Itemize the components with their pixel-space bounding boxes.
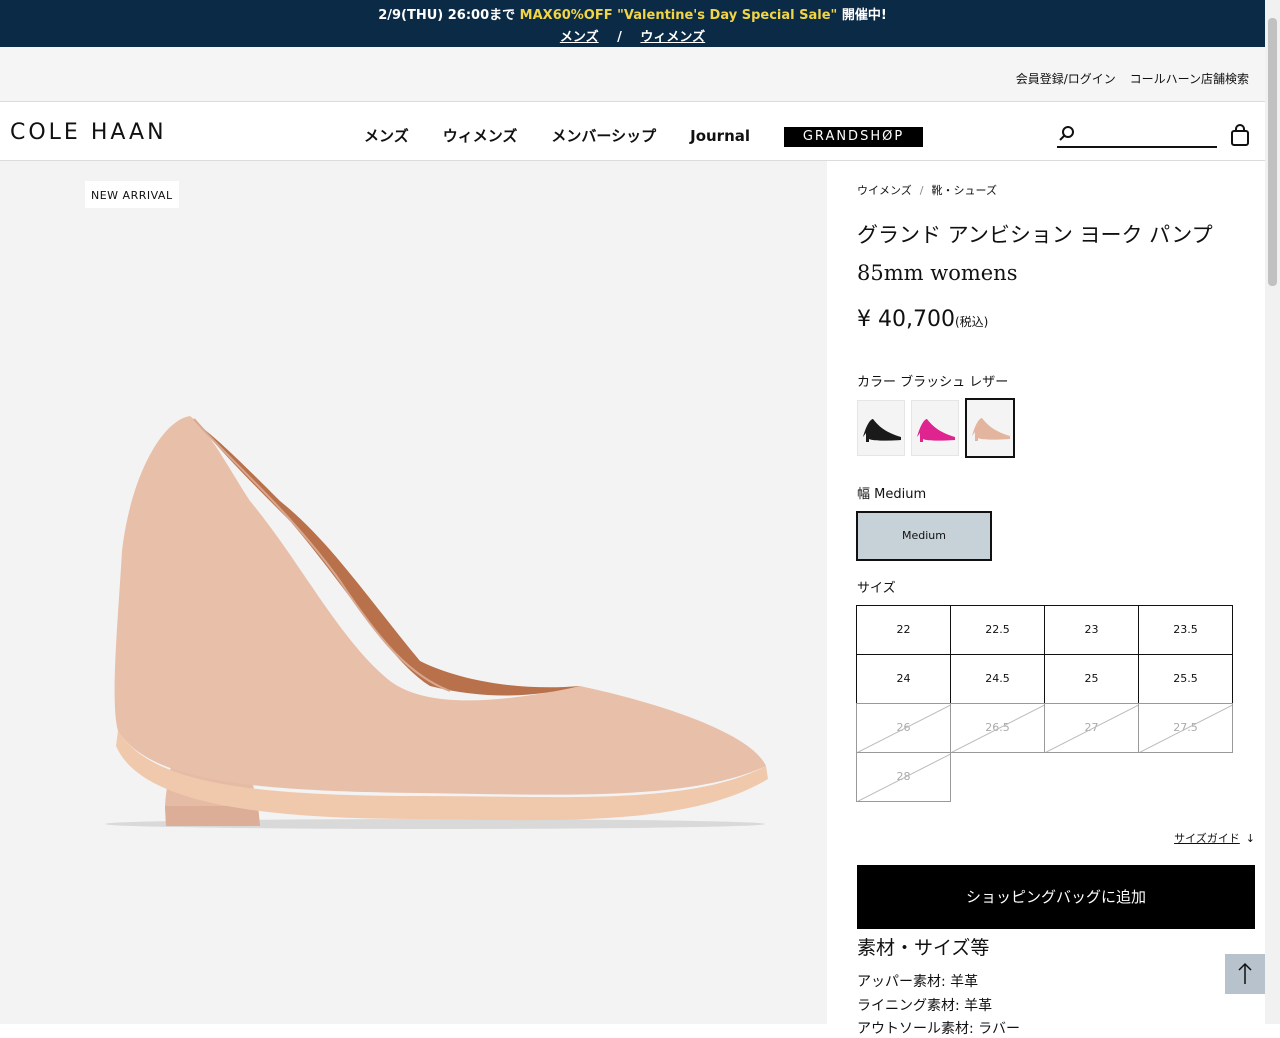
shopping-bag-icon[interactable]	[1230, 124, 1250, 146]
product-image-panel: NEW ARRIVAL	[0, 161, 827, 1024]
material-upper: アッパー素材: 羊革	[857, 974, 979, 990]
page-scrollbar[interactable]	[1265, 0, 1280, 1024]
promo-prefix: 2/9(THU) 26:00まで	[378, 8, 516, 23]
size-option[interactable]: 22	[856, 605, 951, 655]
size-option[interactable]: 23	[1044, 605, 1139, 655]
store-search-link[interactable]: コールハーン店舗検索	[1130, 72, 1249, 86]
login-link[interactable]: 会員登録/ログイン	[1016, 72, 1116, 86]
nav-item-womens[interactable]: ウィメンズ	[443, 125, 518, 146]
nav-item-grandshop[interactable]: GRANDSHØP	[784, 127, 924, 147]
promo-suffix: 開催中!	[841, 8, 887, 23]
promo-banner: 2/9(THU) 26:00まで MAX60%OFF "Valentine's …	[0, 0, 1265, 47]
site-header: COLE HAAN メンズ ウィメンズ メンバーシップ Journal GRAN…	[0, 102, 1265, 161]
size-guide-link[interactable]: サイズガイド ↓	[1174, 830, 1255, 846]
size-guide-label: サイズガイド	[1174, 832, 1240, 845]
price-tax-note: (税込)	[954, 315, 989, 329]
search-box	[1057, 124, 1217, 148]
brand-logo[interactable]: COLE HAAN	[10, 120, 167, 145]
product-image[interactable]	[90, 401, 780, 841]
breadcrumb: ウイメンズ / 靴・シューズ	[857, 182, 997, 198]
arrow-down-icon: ↓	[1245, 832, 1255, 845]
size-option-unavailable[interactable]: 26.5	[950, 703, 1045, 753]
size-option[interactable]: 25	[1044, 654, 1139, 704]
breadcrumb-shoes[interactable]: 靴・シューズ	[932, 184, 997, 197]
price-value: ¥ 40,700	[857, 307, 955, 332]
scrollbar-thumb[interactable]	[1268, 18, 1277, 286]
breadcrumb-womens[interactable]: ウイメンズ	[857, 184, 912, 197]
product-title-line2: 85mm womens	[857, 261, 1018, 285]
product-price: ¥ 40,700(税込)	[857, 307, 988, 332]
promo-text: 2/9(THU) 26:00まで MAX60%OFF "Valentine's …	[0, 4, 1265, 23]
size-option[interactable]: 24	[856, 654, 951, 704]
new-arrival-badge: NEW ARRIVAL	[85, 181, 179, 208]
size-option-unavailable[interactable]: 27.5	[1138, 703, 1233, 753]
material-outsole: アウトソール素材: ラバー	[857, 1021, 1021, 1037]
color-label: カラー ブラッシュ レザー	[857, 375, 1009, 390]
promo-link-mens[interactable]: メンズ	[560, 30, 599, 45]
material-lining: ライニング素材: 羊革	[857, 998, 993, 1014]
search-icon[interactable]	[1058, 125, 1076, 143]
color-swatch-pink[interactable]	[911, 400, 959, 456]
color-swatches	[857, 398, 1021, 458]
size-label: サイズ	[857, 581, 896, 596]
back-to-top-button[interactable]	[1225, 954, 1265, 994]
size-option[interactable]: 23.5	[1138, 605, 1233, 655]
nav-item-membership[interactable]: メンバーシップ	[551, 125, 656, 146]
promo-link-womens[interactable]: ウィメンズ	[640, 30, 705, 45]
size-option-unavailable[interactable]: 26	[856, 703, 951, 753]
nav-item-journal[interactable]: Journal	[690, 127, 750, 145]
search-input[interactable]	[1081, 124, 1215, 146]
product-title-line1: グランド アンビション ヨーク パンプ	[857, 223, 1213, 247]
product-title: グランド アンビション ヨーク パンプ 85mm womens	[857, 216, 1237, 292]
size-option[interactable]: 22.5	[950, 605, 1045, 655]
breadcrumb-separator: /	[919, 184, 924, 197]
add-to-bag-button[interactable]: ショッピングバッグに追加	[857, 865, 1255, 929]
main-nav: メンズ ウィメンズ メンバーシップ Journal GRANDSHØP	[364, 124, 957, 147]
color-swatch-blush[interactable]	[965, 398, 1015, 458]
promo-highlight: MAX60%OFF "Valentine's Day Special Sale"	[519, 8, 838, 23]
size-option[interactable]: 25.5	[1138, 654, 1233, 704]
color-swatch-black[interactable]	[857, 400, 905, 456]
width-option-medium[interactable]: Medium	[856, 511, 992, 561]
width-label: 幅 Medium	[857, 487, 927, 502]
product-info-panel: ウイメンズ / 靴・シューズ グランド アンビション ヨーク パンプ 85mm wo…	[827, 161, 1265, 1037]
size-option-unavailable[interactable]: 27	[1044, 703, 1139, 753]
size-option[interactable]: 24.5	[950, 654, 1045, 704]
promo-separator: /	[617, 30, 622, 45]
size-option-unavailable[interactable]: 28	[856, 752, 951, 802]
nav-item-mens[interactable]: メンズ	[364, 125, 409, 146]
promo-links: メンズ / ウィメンズ	[0, 26, 1265, 45]
arrow-up-icon	[1238, 962, 1252, 984]
materials-title: 素材・サイズ等	[857, 937, 990, 959]
utility-bar: 会員登録/ログイン コールハーン店舗検索	[0, 47, 1265, 102]
